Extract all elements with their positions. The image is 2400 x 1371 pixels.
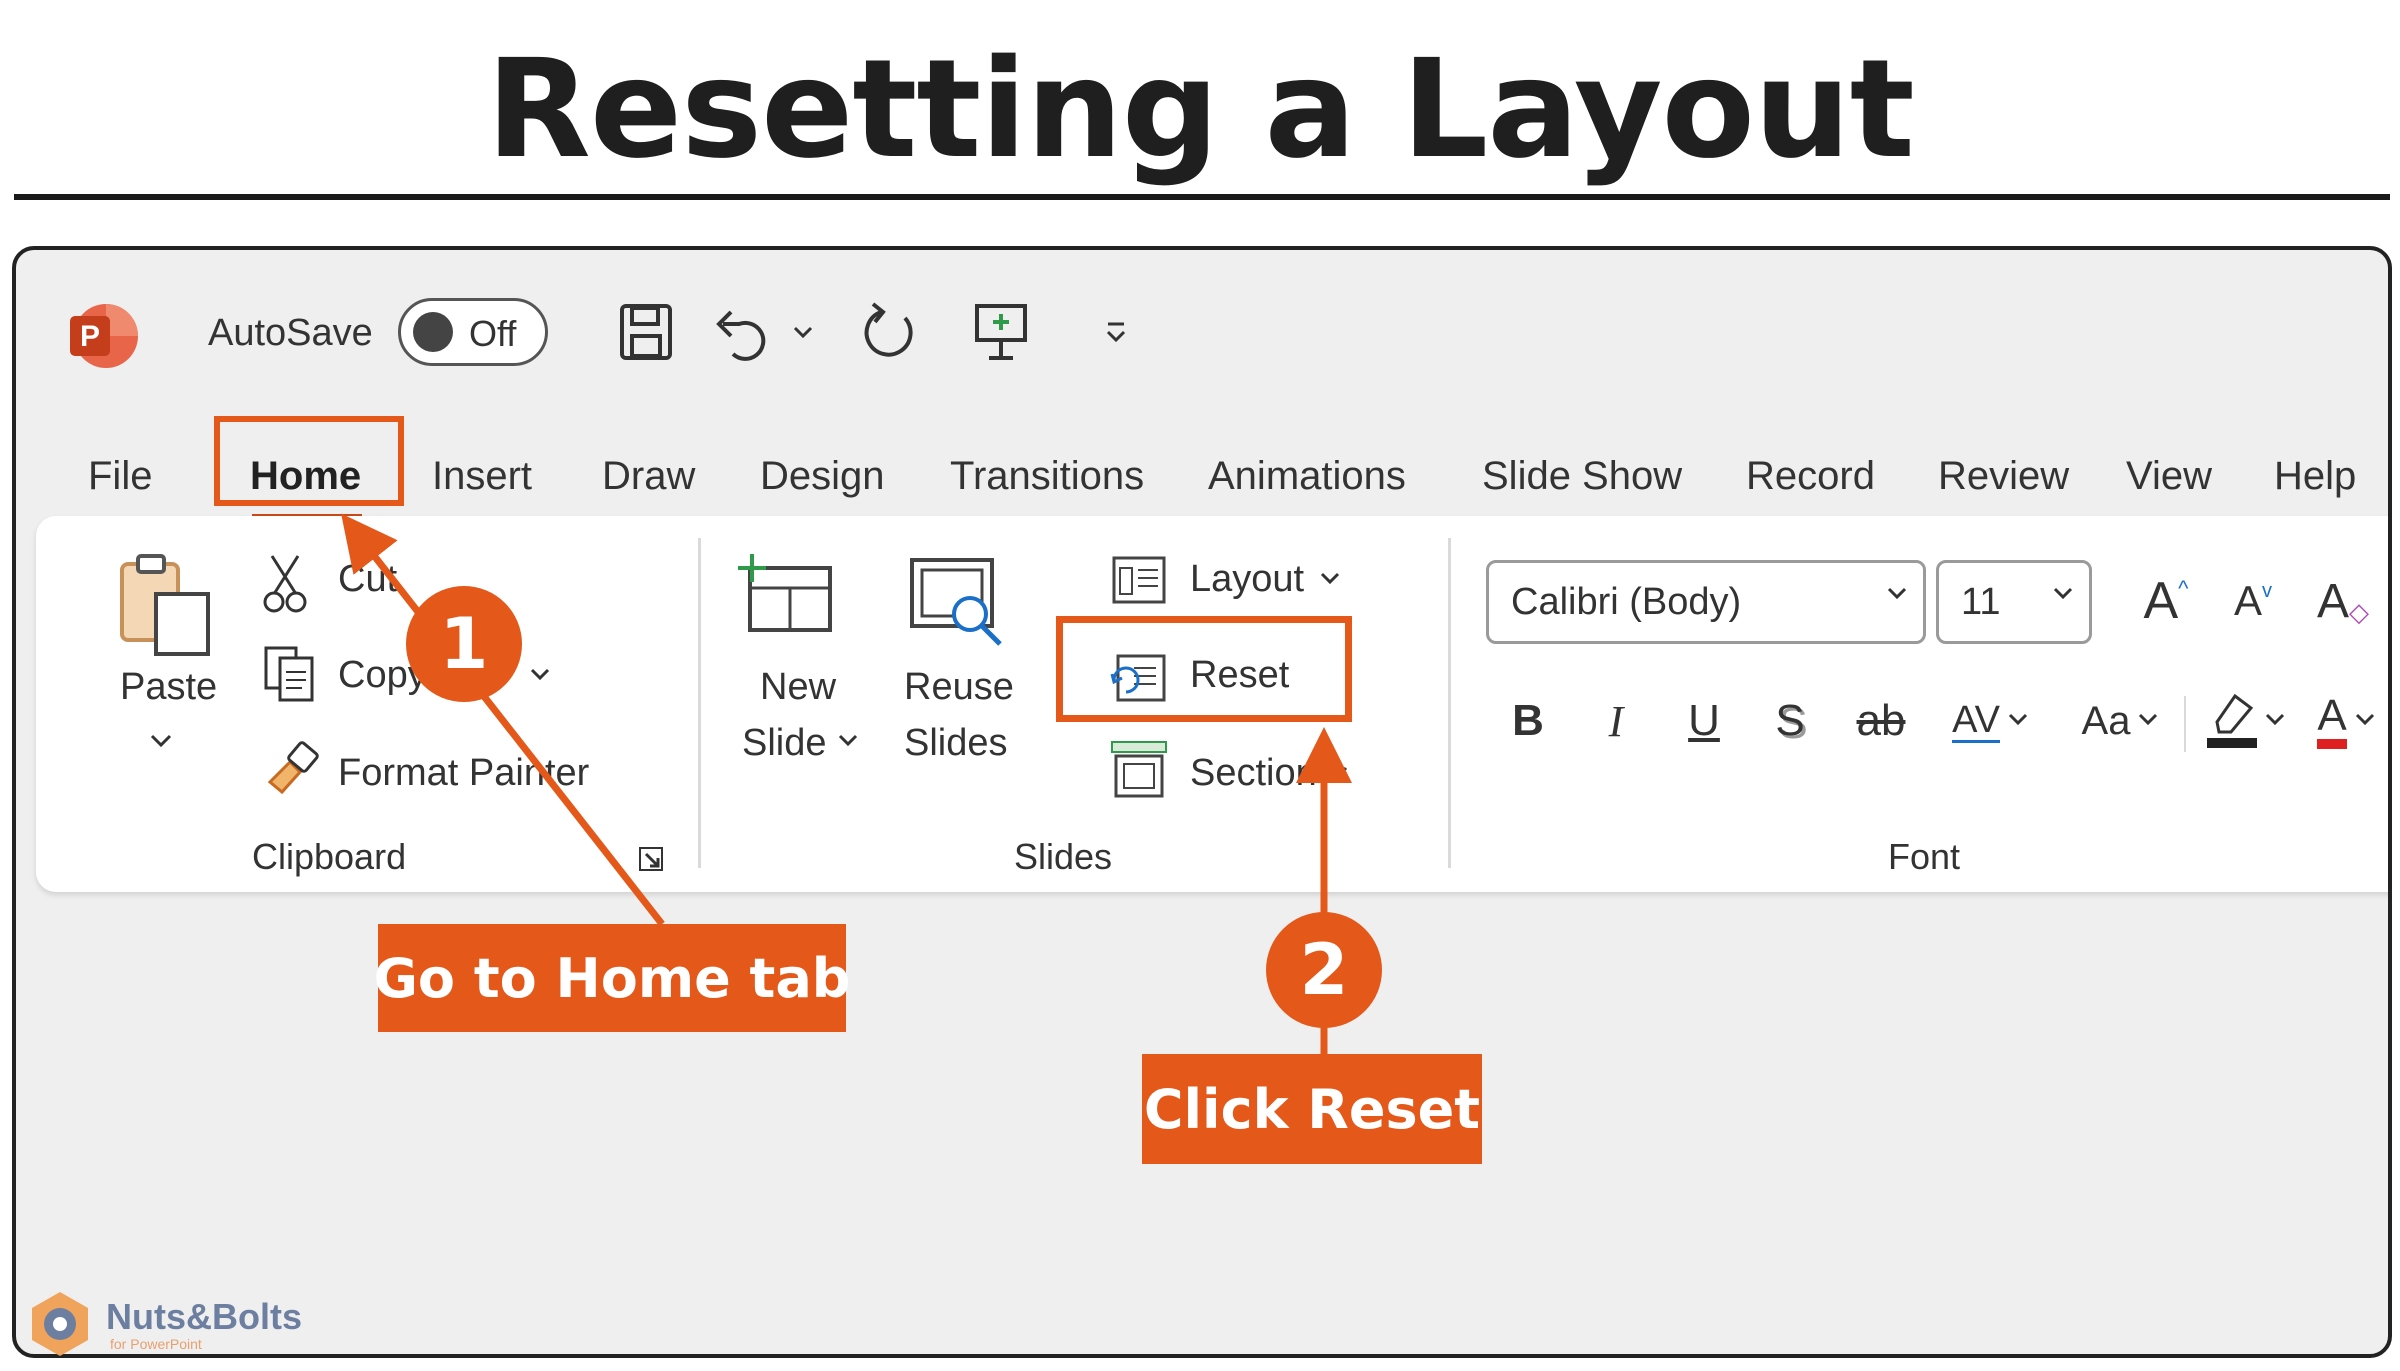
eraser-icon: ◇ (2349, 597, 2369, 627)
step-1-badge: 1 (406, 586, 522, 702)
copy-chevron-icon[interactable] (528, 666, 552, 686)
layout-chevron-icon[interactable] (1318, 570, 1342, 590)
brand-name: Nuts&Bolts (106, 1296, 302, 1337)
font-color-glyph: A (2317, 693, 2347, 749)
cut-label[interactable]: Cut (338, 558, 397, 601)
clear-formatting-glyph: A (2316, 574, 2349, 628)
change-case-glyph: Aa (2081, 698, 2131, 743)
font-size-dropdown[interactable]: 11 (1936, 560, 2092, 644)
ribbon-separator (2184, 696, 2186, 752)
tab-animations[interactable]: Animations (1208, 454, 1406, 499)
autosave-label: AutoSave (208, 312, 373, 354)
strikethrough-button[interactable]: ab (1846, 686, 1916, 756)
paste-chevron-icon[interactable] (148, 732, 174, 752)
font-name-value: Calibri (Body) (1511, 581, 1742, 623)
brand-tagline: for PowerPoint (110, 1336, 202, 1352)
underline-button[interactable]: U (1674, 686, 1734, 756)
ribbon-separator (1448, 538, 1451, 868)
character-spacing-glyph: AV (1952, 698, 2000, 743)
bold-button[interactable]: B (1498, 686, 1558, 756)
font-group-label: Font (1888, 836, 1961, 877)
character-spacing-button[interactable]: AV (1936, 686, 2046, 756)
reuse-slides-label-1[interactable]: Reuse (904, 666, 1014, 709)
reuse-slides-label-2[interactable]: Slides (904, 722, 1008, 765)
section-label[interactable]: Section (1190, 752, 1317, 795)
tab-file[interactable]: File (88, 454, 152, 499)
customize-qat-icon[interactable] (1096, 298, 1136, 366)
reset-highlight (1056, 616, 1352, 722)
step-2-badge: 2 (1266, 912, 1382, 1028)
layout-label[interactable]: Layout (1190, 558, 1304, 601)
new-slide-label-1[interactable]: New (760, 666, 836, 709)
tab-insert[interactable]: Insert (432, 454, 532, 499)
tab-draw[interactable]: Draw (602, 454, 695, 499)
change-case-button[interactable]: Aa (2066, 686, 2176, 756)
chevron-down-icon (2265, 713, 2285, 726)
tab-record[interactable]: Record (1746, 454, 1875, 499)
page-title: Resetting a Layout (486, 31, 1915, 189)
redo-icon[interactable] (856, 298, 926, 366)
font-size-value: 11 (1961, 581, 2001, 623)
chevron-down-icon[interactable] (788, 298, 818, 366)
paste-label[interactable]: Paste (120, 666, 217, 709)
new-slide-icon[interactable] (736, 554, 834, 634)
italic-button[interactable]: I (1586, 686, 1646, 756)
save-icon[interactable] (614, 298, 678, 366)
section-chevron-icon[interactable] (1326, 764, 1350, 784)
font-name-dropdown[interactable]: Calibri (Body) (1486, 560, 1926, 644)
tab-transitions[interactable]: Transitions (950, 454, 1144, 499)
shrink-font-glyph: A (2233, 577, 2262, 624)
chevron-down-icon (1887, 587, 1907, 600)
present-icon[interactable] (966, 298, 1036, 366)
copy-icon[interactable] (262, 644, 318, 704)
toggle-knob (413, 312, 453, 352)
home-tab-highlight (214, 416, 404, 506)
autosave-state: Off (469, 313, 517, 354)
caret-up-icon: ^ (2178, 576, 2189, 601)
ribbon-separator (698, 538, 701, 868)
tab-help[interactable]: Help (2274, 454, 2356, 499)
highlight-color-button[interactable] (2196, 686, 2296, 756)
caret-down-icon: v (2262, 580, 2272, 602)
new-slide-label-2[interactable]: Slide (742, 722, 827, 765)
title-divider (14, 194, 2390, 200)
autosave-toggle[interactable]: Off (398, 298, 548, 366)
highlighter-icon (2207, 693, 2257, 748)
tab-design[interactable]: Design (760, 454, 885, 499)
chevron-down-icon (2355, 713, 2374, 726)
format-painter-label[interactable]: Format Painter (338, 752, 589, 795)
clipboard-launcher-icon[interactable] (636, 844, 666, 874)
shrink-font-button[interactable]: A v (2218, 566, 2288, 636)
undo-icon[interactable] (706, 298, 776, 366)
clear-formatting-button[interactable]: A ◇ (2308, 566, 2378, 636)
paste-icon[interactable] (116, 550, 216, 660)
tab-slide-show[interactable]: Slide Show (1482, 454, 1682, 499)
clipboard-group-label: Clipboard (252, 836, 407, 877)
nuts-bolts-icon (32, 1292, 88, 1356)
slides-group-label: Slides (1014, 836, 1113, 877)
shadow-button[interactable]: S (1760, 686, 1820, 756)
reuse-slides-icon[interactable] (908, 556, 1008, 648)
grow-font-glyph: A (2143, 572, 2179, 630)
font-color-button[interactable]: A (2302, 686, 2388, 756)
tab-view[interactable]: View (2126, 454, 2212, 499)
step-2-callout: Click Reset (1142, 1054, 1482, 1164)
layout-icon[interactable] (1110, 554, 1168, 606)
section-icon[interactable] (1110, 738, 1168, 800)
format-painter-icon[interactable] (262, 738, 320, 796)
chevron-down-icon (2139, 713, 2158, 726)
grow-font-button[interactable]: A ^ (2126, 566, 2206, 636)
brand-logo: Nuts&Bolts for PowerPoint (24, 1288, 302, 1358)
step-1-callout: Go to Home tab (374, 924, 850, 1032)
chevron-down-icon (2053, 587, 2073, 600)
chevron-down-icon (2008, 713, 2027, 726)
svg-text:P: P (80, 320, 100, 353)
tab-review[interactable]: Review (1938, 454, 2069, 499)
powerpoint-icon[interactable]: P (66, 300, 138, 372)
powerpoint-window: P AutoSave Off File Home Insert Draw Des… (12, 246, 2392, 1358)
cut-icon[interactable] (262, 552, 308, 616)
new-slide-chevron-icon[interactable] (836, 732, 860, 752)
